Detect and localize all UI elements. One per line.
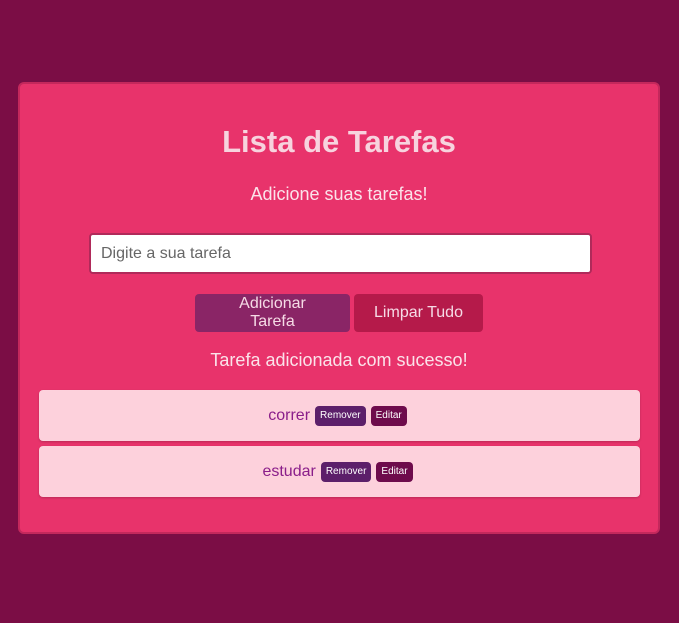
page-subtitle: Adicione suas tarefas! bbox=[250, 184, 428, 204]
status-message: Tarefa adicionada com sucesso! bbox=[210, 350, 468, 370]
edit-task-button[interactable]: Editar bbox=[370, 405, 407, 426]
task-item: estudar Remover Editar bbox=[39, 446, 640, 497]
todo-card: Lista de Tarefas Adicione suas tarefas! … bbox=[18, 82, 660, 534]
clear-all-button[interactable]: Limpar Tudo bbox=[354, 294, 483, 332]
task-item: correr Remover Editar bbox=[39, 390, 640, 441]
action-buttons: Adicionar Tarefa Limpar Tudo bbox=[20, 294, 658, 332]
task-text: correr bbox=[268, 406, 311, 424]
edit-task-button[interactable]: Editar bbox=[376, 461, 413, 482]
page-title: Lista de Tarefas bbox=[222, 124, 456, 159]
remove-task-button[interactable]: Remover bbox=[315, 405, 366, 426]
task-input[interactable] bbox=[89, 233, 592, 274]
remove-task-button[interactable]: Remover bbox=[320, 461, 372, 482]
add-task-button[interactable]: Adicionar Tarefa bbox=[195, 294, 350, 332]
task-list: correr Remover Editar estudar Remover Ed… bbox=[39, 390, 640, 502]
task-text: estudar bbox=[262, 462, 316, 480]
